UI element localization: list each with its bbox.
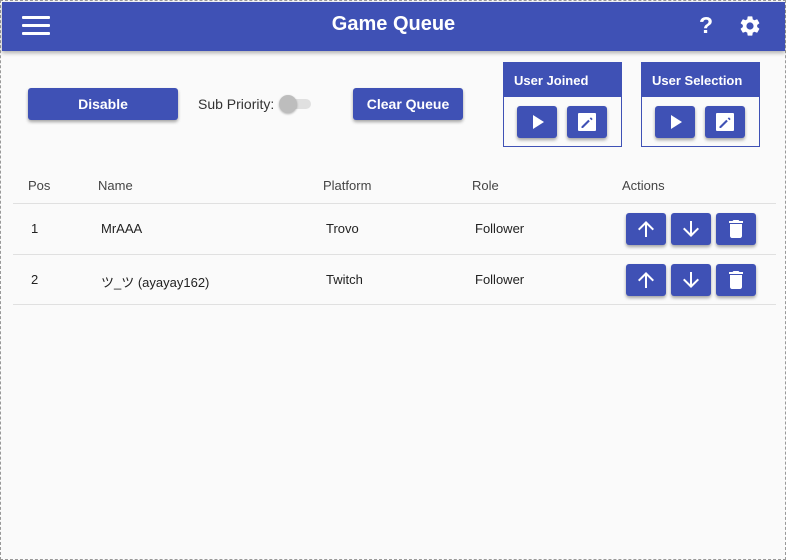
delete-button[interactable] <box>716 213 756 245</box>
trash-icon <box>729 220 743 238</box>
user-joined-box: User Joined <box>503 62 622 147</box>
row-platform: Trovo <box>326 221 359 236</box>
table-row: 1 MrAAA Trovo Follower <box>13 203 776 254</box>
row-pos: 2 <box>31 272 39 287</box>
row-role: Follower <box>475 221 525 236</box>
app-bar: Game Queue ? <box>2 2 785 51</box>
move-up-button[interactable] <box>626 213 666 245</box>
move-up-button[interactable] <box>626 264 666 296</box>
page-title: Game Queue <box>331 13 456 35</box>
move-down-button[interactable] <box>671 213 711 245</box>
row-name: MrAAA <box>101 221 143 236</box>
row-pos: 1 <box>31 221 39 236</box>
arrow-up-icon <box>638 272 654 288</box>
user-joined-play-button[interactable] <box>517 106 557 138</box>
column-header-role: Role <box>472 178 499 193</box>
row-role: Follower <box>475 272 525 287</box>
table-row: 2 ツ_ツ (ayayay162) Twitch Follower <box>13 254 776 305</box>
user-joined-edit-button[interactable] <box>567 106 607 138</box>
toggle-knob <box>279 95 297 113</box>
arrow-down-icon <box>683 221 699 237</box>
sub-priority-label: Sub Priority: <box>198 96 275 112</box>
gear-icon[interactable] <box>738 14 762 38</box>
play-icon <box>671 115 682 129</box>
column-header-name: Name <box>98 178 133 193</box>
trash-icon <box>729 271 743 289</box>
column-header-actions: Actions <box>622 178 665 193</box>
edit-icon <box>578 113 596 131</box>
column-header-pos: Pos <box>28 178 51 193</box>
column-header-platform: Platform <box>323 178 372 193</box>
clear-queue-button[interactable]: Clear Queue <box>353 88 463 120</box>
sub-priority-toggle[interactable] <box>279 95 311 113</box>
play-icon <box>533 115 544 129</box>
arrow-up-icon <box>638 221 654 237</box>
edit-icon <box>716 113 734 131</box>
user-selection-edit-button[interactable] <box>705 106 745 138</box>
user-selection-box: User Selection <box>641 62 760 147</box>
row-platform: Twitch <box>326 272 363 287</box>
row-name: ツ_ツ (ayayay162) <box>101 275 210 290</box>
help-icon[interactable]: ? <box>694 12 718 40</box>
user-selection-play-button[interactable] <box>655 106 695 138</box>
delete-button[interactable] <box>716 264 756 296</box>
disable-button[interactable]: Disable <box>28 88 178 120</box>
app-frame: Game Queue ? Disable Sub Priority: Clear… <box>0 0 786 560</box>
user-joined-title: User Joined <box>504 63 621 97</box>
user-selection-title: User Selection <box>642 63 759 97</box>
arrow-down-icon <box>683 272 699 288</box>
move-down-button[interactable] <box>671 264 711 296</box>
